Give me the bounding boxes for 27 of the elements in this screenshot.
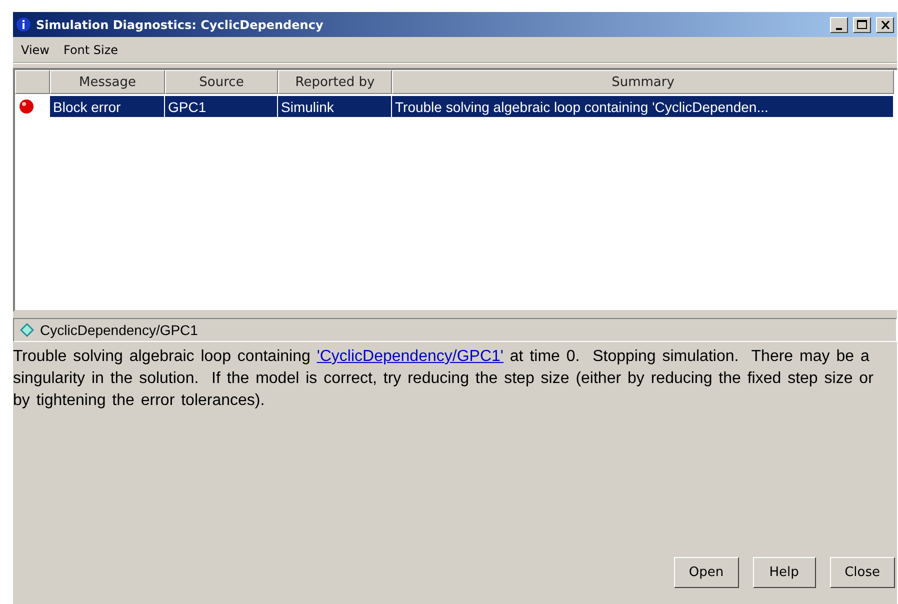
block-icon	[20, 323, 34, 337]
error-icon	[19, 99, 34, 114]
block-path: CyclicDependency/GPC1	[40, 322, 198, 338]
table-cell[interactable]: Trouble solving algebraic loop containing 'CyclicDependen...	[392, 96, 894, 117]
table-cell[interactable]: Simulink	[278, 96, 392, 117]
window-title: Simulation Diagnostics: CyclicDependency	[36, 18, 324, 32]
minimize-button[interactable]	[830, 16, 848, 32]
close-icon	[880, 20, 890, 28]
info-icon	[16, 17, 31, 32]
column-header[interactable]: Source	[165, 70, 278, 94]
table-cell[interactable]: GPC1	[165, 96, 278, 117]
column-header[interactable]	[15, 70, 50, 94]
menu-item[interactable]: Font Size	[63, 42, 118, 56]
menu-item[interactable]: View	[21, 42, 50, 56]
minimize-icon	[836, 28, 842, 30]
dialog-button[interactable]: Open	[674, 557, 739, 588]
dialog-button[interactable]: Close	[830, 557, 895, 588]
diagnostic-message: Trouble solving algebraic loop containing 'CyclicDependency/GPC1' at time 0. Stopping simulation. There may be a singularity in the solution. If the model is correct, try reducing the step size (either by reducing the fixed step size or by tightening the error tolerances).	[13, 347, 874, 411]
close-button[interactable]	[876, 16, 894, 32]
maximize-button[interactable]	[853, 16, 871, 32]
column-header[interactable]: Message	[50, 70, 165, 94]
maximize-icon	[857, 20, 867, 29]
column-header[interactable]: Summary	[392, 70, 894, 94]
table-cell[interactable]: Block error	[50, 96, 165, 117]
column-header[interactable]: Reported by	[278, 70, 392, 94]
block-link[interactable]: 'CyclicDependency/GPC1'	[316, 348, 504, 365]
dialog-button[interactable]: Help	[752, 557, 816, 588]
